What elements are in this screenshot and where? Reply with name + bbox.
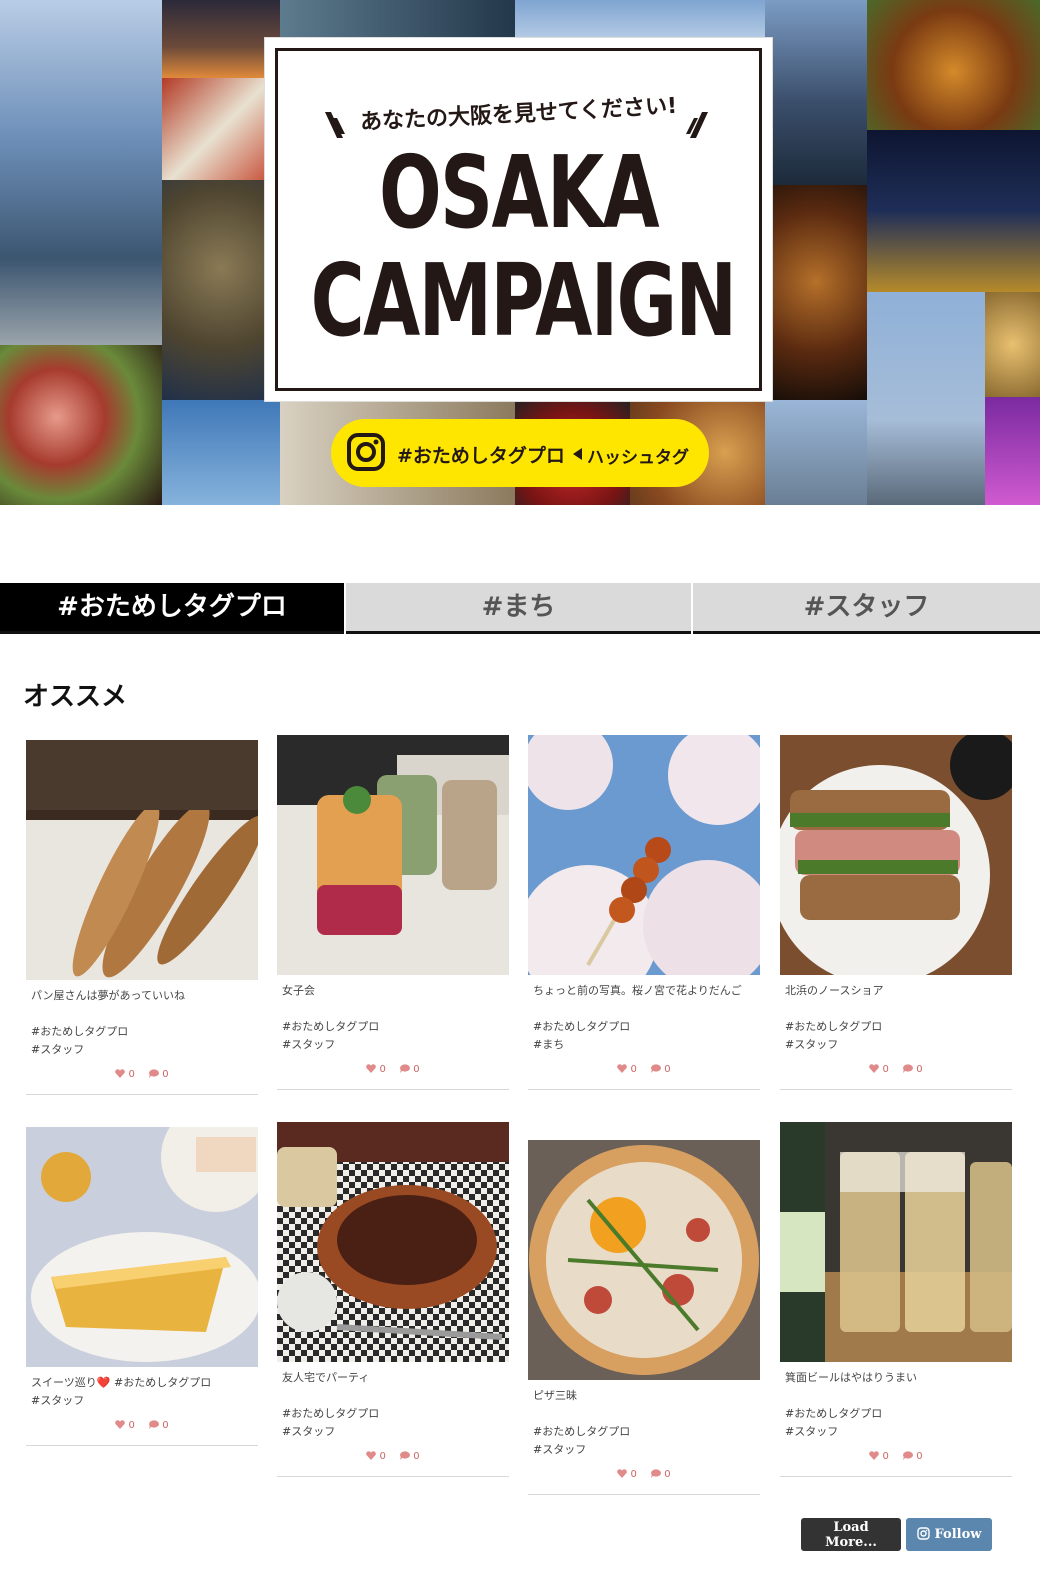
post-caption: ピザ三昧 #おためしタグプロ #スタッフ (533, 1389, 631, 1456)
load-more-button[interactable]: Load More... (801, 1518, 901, 1551)
post-caption: スイーツ巡り❤️ #おためしタグプロ #スタッフ (31, 1376, 212, 1407)
hero-photo-kuidaore (765, 185, 867, 400)
heart-icon (115, 1420, 126, 1429)
hashtag-tabs: #おためしタグプロ #まち #スタッフ (0, 583, 1040, 634)
hero-photo-bridge (765, 400, 867, 505)
hero-photo-billiken (162, 180, 280, 400)
hero-photo-whaleshark (162, 400, 280, 505)
comment-icon (400, 1064, 411, 1073)
post-photo-sweets[interactable] (26, 1127, 258, 1367)
post-card[interactable]: スイーツ巡り❤️ #おためしタグプロ #スタッフ 0 0 (26, 1127, 258, 1446)
heart-icon (617, 1064, 628, 1073)
comment-count: 0 (162, 1069, 169, 1080)
like-count: 0 (379, 1064, 386, 1075)
hero-photo-building (515, 0, 765, 40)
post-stats: 0 0 (780, 1441, 1012, 1476)
like-count: 0 (128, 1069, 135, 1080)
comment-icon (903, 1451, 914, 1460)
post-stats: 0 0 (277, 1441, 509, 1476)
comment-icon (651, 1064, 662, 1073)
post-stats: 0 0 (528, 1459, 760, 1494)
post-caption: 北浜のノースショア #おためしタグプロ #スタッフ (785, 984, 884, 1051)
post-stats: 0 0 (26, 1059, 258, 1094)
comment-icon (149, 1069, 160, 1078)
comment-icon (651, 1469, 662, 1478)
instagram-icon (916, 1527, 930, 1540)
heart-icon (366, 1064, 377, 1073)
post-card[interactable]: ピザ三昧 #おためしタグプロ #スタッフ 0 0 (528, 1140, 760, 1495)
post-caption: ちょっと前の写真。桜ノ宮で花よりだんご #おためしタグプロ #まち (533, 984, 742, 1051)
hero-banner: あなたの大阪を見せてください! OSAKA CAMPAIGN #おためしタグプロ… (0, 0, 1040, 505)
hero-photo-okonomiyaki (867, 0, 1040, 130)
post-photo-sakura-dango[interactable] (528, 735, 760, 975)
tab-staff[interactable]: #スタッフ (693, 583, 1040, 634)
hero-photo-tower-top (280, 0, 515, 40)
hero-photo-beefbowl (0, 345, 162, 505)
hero-photo-abeno (867, 292, 985, 505)
post-stats: 0 0 (780, 1054, 1012, 1089)
comment-count: 0 (916, 1064, 923, 1075)
hero-title-card: あなたの大阪を見せてください! OSAKA CAMPAIGN (265, 38, 772, 401)
comment-count: 0 (664, 1064, 671, 1075)
like-count: 0 (630, 1064, 637, 1075)
badge-label: ハッシュタグ (587, 448, 689, 468)
post-photo-sandwich[interactable] (780, 735, 1012, 975)
hero-title-osaka: OSAKA (378, 134, 660, 251)
like-count: 0 (882, 1064, 889, 1075)
post-card[interactable]: ちょっと前の写真。桜ノ宮で花よりだんご #おためしタグプロ #まち 0 0 (528, 735, 760, 1090)
follow-label: Follow (934, 1527, 982, 1542)
post-stats: 0 0 (528, 1054, 760, 1089)
follow-button[interactable]: Follow (906, 1518, 992, 1551)
heart-icon (366, 1451, 377, 1460)
like-count: 0 (128, 1420, 135, 1431)
like-count: 0 (882, 1451, 889, 1462)
comment-count: 0 (916, 1451, 923, 1462)
arrow-left-icon (573, 448, 582, 460)
comment-count: 0 (413, 1064, 420, 1075)
like-count: 0 (379, 1451, 386, 1462)
tab-otameshi-tagpro[interactable]: #おためしタグプロ (0, 583, 344, 634)
post-stats: 0 0 (26, 1410, 258, 1445)
badge-hashtag: #おためしタグプロ (397, 445, 565, 467)
comment-count: 0 (162, 1420, 169, 1431)
hero-photo-tower (0, 0, 162, 345)
heart-icon (617, 1469, 628, 1478)
tab-machi[interactable]: #まち (346, 583, 691, 634)
comment-icon (903, 1064, 914, 1073)
post-photo-pizza[interactable] (528, 1140, 760, 1380)
hero-photo-castle (162, 0, 280, 78)
comment-icon (400, 1451, 411, 1460)
post-photo-drinks[interactable] (277, 735, 509, 975)
post-card[interactable]: 北浜のノースショア #おためしタグプロ #スタッフ 0 0 (780, 735, 1012, 1090)
post-card[interactable]: 友人宅でパーティ #おためしタグプロ #スタッフ 0 0 (277, 1122, 509, 1477)
post-card[interactable]: パン屋さんは夢があっていいね #おためしタグプロ #スタッフ 0 0 (26, 740, 258, 1095)
hero-photo-crab (162, 78, 280, 180)
post-photo-bread[interactable] (26, 740, 258, 980)
comment-icon (149, 1420, 160, 1429)
post-card[interactable]: 箕面ビールはやはりうまい #おためしタグプロ #スタッフ 0 0 (780, 1122, 1012, 1477)
right-slash-icon (686, 112, 708, 138)
comment-count: 0 (664, 1469, 671, 1480)
post-caption: パン屋さんは夢があっていいね #おためしタグプロ #スタッフ (31, 989, 185, 1056)
hero-photo-river (765, 0, 867, 185)
hero-photo-highway (867, 130, 1040, 292)
post-caption: 箕面ビールはやはりうまい #おためしタグプロ #スタッフ (785, 1371, 917, 1438)
hashtag-badge: #おためしタグプロ ハッシュタグ (331, 419, 709, 487)
post-caption: 女子会 #おためしタグプロ #スタッフ (282, 984, 380, 1051)
post-photo-party[interactable] (277, 1122, 509, 1362)
comment-count: 0 (413, 1451, 420, 1462)
heart-icon (115, 1069, 126, 1078)
instagram-icon (341, 427, 391, 477)
heart-icon (869, 1064, 880, 1073)
post-caption: 友人宅でパーティ #おためしタグプロ #スタッフ (282, 1371, 380, 1438)
post-photo-beer[interactable] (780, 1122, 1012, 1362)
post-stats: 0 0 (277, 1054, 509, 1089)
hero-photo-nightcity (985, 397, 1040, 505)
like-count: 0 (630, 1469, 637, 1480)
heart-icon (869, 1451, 880, 1460)
hero-photo-kushikatsu (985, 292, 1040, 397)
section-title: オススメ (23, 682, 128, 712)
hero-title-campaign: CAMPAIGN (310, 242, 738, 359)
post-card[interactable]: 女子会 #おためしタグプロ #スタッフ 0 0 (277, 735, 509, 1090)
